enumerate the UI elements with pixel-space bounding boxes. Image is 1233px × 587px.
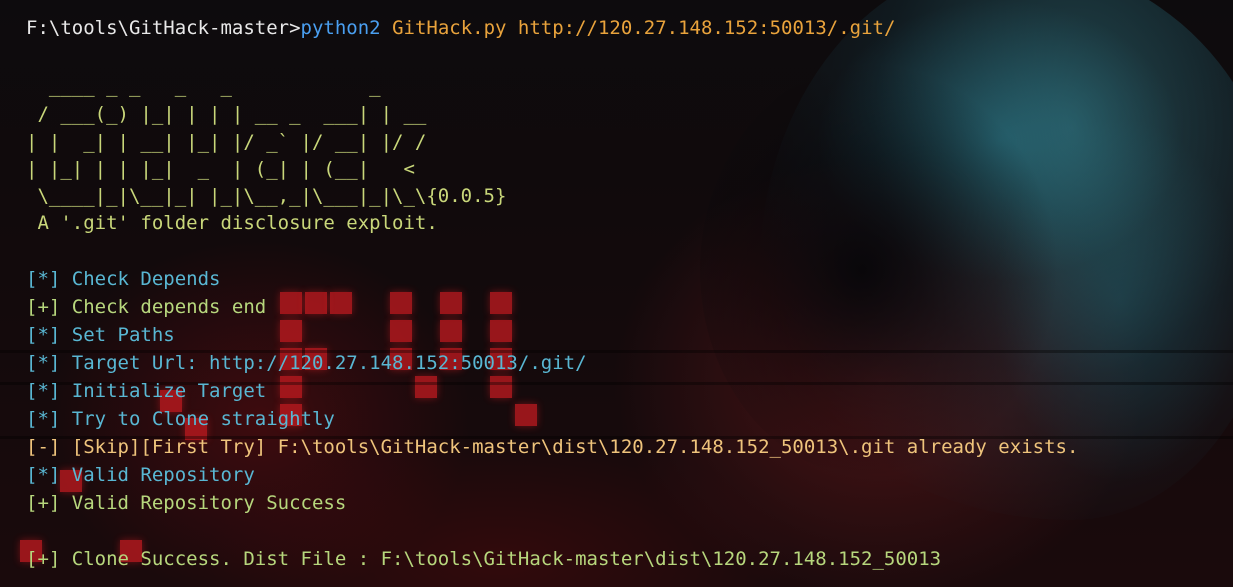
- banner-line: / ___(_) |_| | | | __ _ ___| | __: [26, 103, 427, 125]
- log-line-success: [+] Clone Success. Dist File : F:\tools\…: [26, 548, 942, 570]
- log-line-info: [*] Check Depends: [26, 268, 221, 290]
- command-line[interactable]: F:\tools\GitHack-master>python2 GitHack.…: [26, 14, 895, 42]
- command-url: http://120.27.148.152:50013/.git/: [517, 17, 896, 39]
- hood-shadow: [700, 60, 1060, 480]
- banner-line: | |_| | | |_| _ | (_| | (__| <: [26, 158, 415, 180]
- log-line-info: [*] Valid Repository: [26, 464, 255, 486]
- log-line-info: [*] Target Url: http://120.27.148.152:50…: [26, 352, 587, 374]
- log-line-warning: [-] [Skip][First Try] F:\tools\GitHack-m…: [26, 436, 1079, 458]
- command-script: GitHack.py: [392, 17, 507, 39]
- terminal-window[interactable]: F:\tools\GitHack-master>python2 GitHack.…: [0, 0, 1233, 587]
- log-line-info: [*] Set Paths: [26, 324, 175, 346]
- log-line-info: [*] Initialize Target: [26, 380, 267, 402]
- banner-line: \____|_|\__|_| |_|\__,_|\___|_|\_\{0.0.5…: [26, 185, 507, 207]
- prompt-path: F:\tools\GitHack-master>: [26, 17, 301, 39]
- log-line-info: [*] Try to Clone straightly: [26, 408, 335, 430]
- banner-line: ____ _ _ _ _ _: [26, 75, 381, 97]
- log-line-success: [+] Valid Repository Success: [26, 492, 347, 514]
- log-line-success: [+] Check depends end: [26, 296, 267, 318]
- command-interpreter: python2: [300, 17, 381, 39]
- banner-line: | | _| | __| |_| |/ _` |/ __| |/ /: [26, 131, 427, 153]
- banner-tagline: A '.git' folder disclosure exploit.: [26, 212, 438, 234]
